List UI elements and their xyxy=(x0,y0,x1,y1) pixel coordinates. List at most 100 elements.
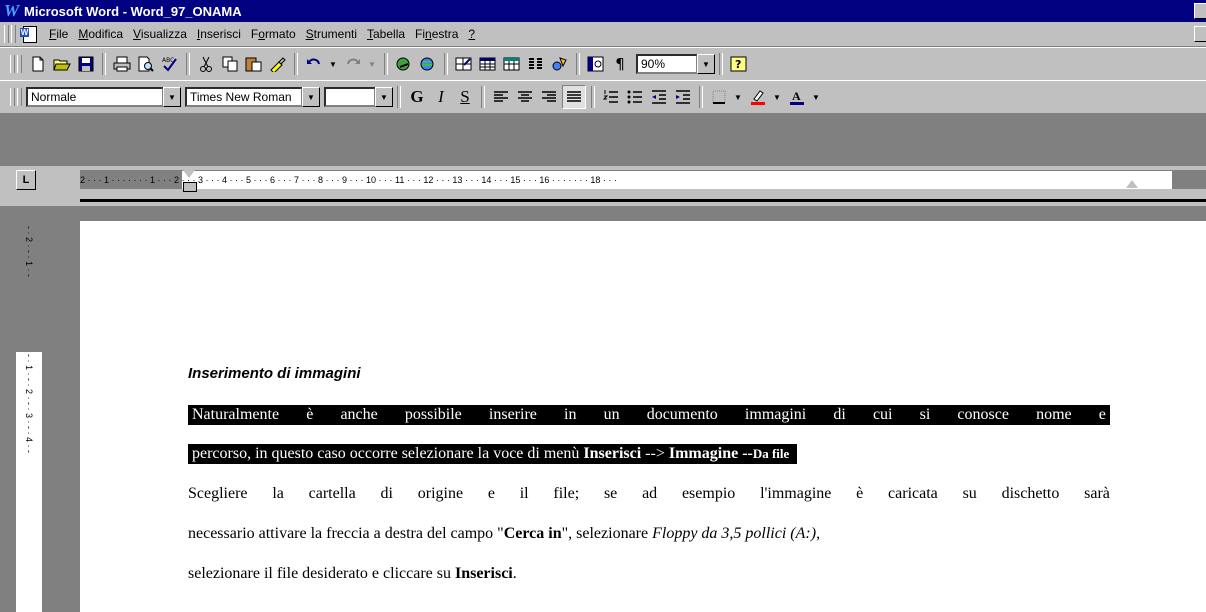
menu-file[interactable]: File xyxy=(44,27,73,41)
numbering-icon[interactable] xyxy=(600,86,622,108)
font-size-dropdown-icon[interactable]: ▼ xyxy=(375,87,393,107)
left-indent-marker[interactable] xyxy=(183,182,197,192)
toolbar-separator xyxy=(576,53,580,75)
right-indent-marker[interactable] xyxy=(1126,180,1138,188)
selected-line-1[interactable]: Naturalmente è anche possibile inserire in un d… xyxy=(188,405,1110,425)
ruler-labels: 2 · · · 1 · · · · · · · 1 · · · 2 · · · … xyxy=(80,175,617,185)
align-center-icon[interactable] xyxy=(514,86,536,108)
menubar-grip[interactable] xyxy=(4,25,9,43)
bold-button[interactable]: G xyxy=(405,86,429,108)
toolbar-separator xyxy=(699,86,703,108)
undo-icon[interactable] xyxy=(303,53,325,75)
toolbar-grip-2 xyxy=(17,55,22,73)
toolbar-separator xyxy=(591,86,595,108)
cut-icon[interactable] xyxy=(195,53,217,75)
underline-button[interactable]: S xyxy=(453,86,477,108)
highlight-dropdown-icon[interactable]: ▼ xyxy=(769,88,785,106)
borders-dropdown-icon[interactable]: ▼ xyxy=(730,88,746,106)
save-icon[interactable] xyxy=(75,53,97,75)
align-left-icon[interactable] xyxy=(490,86,512,108)
vruler-top-margin: - · 2 · - · 1 · - xyxy=(16,206,42,352)
menu-tabella[interactable]: Tabella xyxy=(362,27,410,41)
font-select[interactable]: Times New Roman xyxy=(185,87,303,107)
minimize-button[interactable] xyxy=(1194,3,1206,19)
horizontal-ruler[interactable]: 2 · · · 1 · · · · · · · 1 · · · 2 · · · … xyxy=(80,170,1206,189)
redo-icon[interactable] xyxy=(342,53,364,75)
menu-bar: W File Modifica Visualizza Inserisci For… xyxy=(0,22,1206,46)
vertical-ruler[interactable]: - · 2 · - · 1 · - - · 1 · - · 2 · - · 3 … xyxy=(16,206,43,612)
document-map-icon[interactable] xyxy=(585,53,607,75)
menu-finestra[interactable]: Finestra xyxy=(410,27,463,41)
toolbar-separator xyxy=(444,53,448,75)
align-right-icon[interactable] xyxy=(538,86,560,108)
columns-icon[interactable] xyxy=(525,53,547,75)
show-hide-icon[interactable]: ¶ xyxy=(609,53,631,75)
font-color-icon[interactable]: A xyxy=(786,86,808,108)
insert-excel-icon[interactable] xyxy=(501,53,523,75)
menu-inserisci[interactable]: Inserisci xyxy=(192,27,246,41)
ruler-right-margin xyxy=(1172,171,1206,189)
open-folder-icon[interactable] xyxy=(51,53,73,75)
toolbar-grip[interactable] xyxy=(10,55,15,73)
drawing-icon[interactable] xyxy=(549,53,571,75)
menu-visualizza[interactable]: Visualizza xyxy=(128,27,192,41)
document-icon[interactable]: W xyxy=(20,26,38,43)
insert-table-icon[interactable] xyxy=(477,53,499,75)
tab-selector[interactable]: L xyxy=(16,170,36,190)
word-app-icon[interactable]: W xyxy=(4,2,20,19)
toolbar-separator xyxy=(719,53,723,75)
window-title: Microsoft Word - Word_97_ONAMA xyxy=(24,3,242,19)
print-icon[interactable] xyxy=(111,53,133,75)
toolbar-separator xyxy=(186,53,190,75)
toolbar-separator xyxy=(294,53,298,75)
justify-icon[interactable] xyxy=(562,85,586,109)
first-line-indent-marker[interactable] xyxy=(183,170,195,178)
section-heading: Inserimento di immagini xyxy=(188,365,361,382)
title-bar: W Microsoft Word - Word_97_ONAMA xyxy=(0,0,1206,22)
menu-modifica[interactable]: Modifica xyxy=(73,27,128,41)
borders-icon[interactable] xyxy=(708,86,730,108)
increase-indent-icon[interactable] xyxy=(672,86,694,108)
font-size-select[interactable] xyxy=(324,87,376,107)
format-painter-icon[interactable] xyxy=(267,53,289,75)
paste-icon[interactable] xyxy=(243,53,265,75)
menu-help[interactable]: ? xyxy=(463,27,480,41)
vruler-top-labels: - · 2 · - · 1 · - xyxy=(24,226,34,277)
tables-borders-icon[interactable] xyxy=(453,53,475,75)
ruler-bottom-line xyxy=(80,199,1206,202)
hyperlink-icon[interactable] xyxy=(393,53,415,75)
bullets-icon[interactable] xyxy=(624,86,646,108)
document-page[interactable]: Inserimento di immagini Naturalmente è anc… xyxy=(80,221,1206,612)
toolbar-separator xyxy=(397,86,401,108)
font-dropdown-icon[interactable]: ▼ xyxy=(302,87,320,107)
paragraph-line-4[interactable]: necessario attivare la freccia a destra … xyxy=(188,524,1110,544)
menu-strumenti[interactable]: Strumenti xyxy=(301,27,362,41)
menu-formato[interactable]: Formato xyxy=(246,27,301,41)
copy-icon[interactable] xyxy=(219,53,241,75)
font-color-dropdown-icon[interactable]: ▼ xyxy=(808,88,824,106)
highlight-icon[interactable] xyxy=(747,86,769,108)
style-select[interactable]: Normale xyxy=(26,87,164,107)
formatting-toolbar: Normale ▼ Times New Roman ▼ ▼ G I S ▼ ▼ … xyxy=(0,80,1206,113)
style-dropdown-icon[interactable]: ▼ xyxy=(163,87,181,107)
redo-dropdown-icon[interactable]: ▼ xyxy=(364,55,380,73)
zoom-dropdown-icon[interactable]: ▼ xyxy=(697,54,715,74)
italic-button[interactable]: I xyxy=(429,86,453,108)
undo-dropdown-icon[interactable]: ▼ xyxy=(325,55,341,73)
spelling-icon[interactable]: ABC xyxy=(159,53,181,75)
toolbar-separator xyxy=(481,86,485,108)
toolbar-grip-2 xyxy=(17,88,22,106)
web-toolbar-icon[interactable] xyxy=(417,53,439,75)
help-icon[interactable]: ? xyxy=(728,53,750,75)
menubar-grip-2 xyxy=(11,25,16,43)
selected-line-2[interactable]: percorso, in questo caso occorre selezio… xyxy=(188,444,798,464)
zoom-input[interactable]: 90% xyxy=(636,54,698,74)
decrease-indent-icon[interactable] xyxy=(648,86,670,108)
doc-minimize-button[interactable] xyxy=(1194,26,1206,42)
new-doc-icon[interactable] xyxy=(27,53,49,75)
print-preview-icon[interactable] xyxy=(135,53,157,75)
paragraph-line-5[interactable]: selezionare il file desiderato e cliccar… xyxy=(188,564,1110,584)
toolbar-grip[interactable] xyxy=(10,88,15,106)
vruler-body-labels: - · 1 · - · 2 · - · 3 · - · 4 · - xyxy=(24,354,34,453)
paragraph-line-3[interactable]: Scegliere la cartella di origine e il file; se ad… xyxy=(188,484,1110,504)
